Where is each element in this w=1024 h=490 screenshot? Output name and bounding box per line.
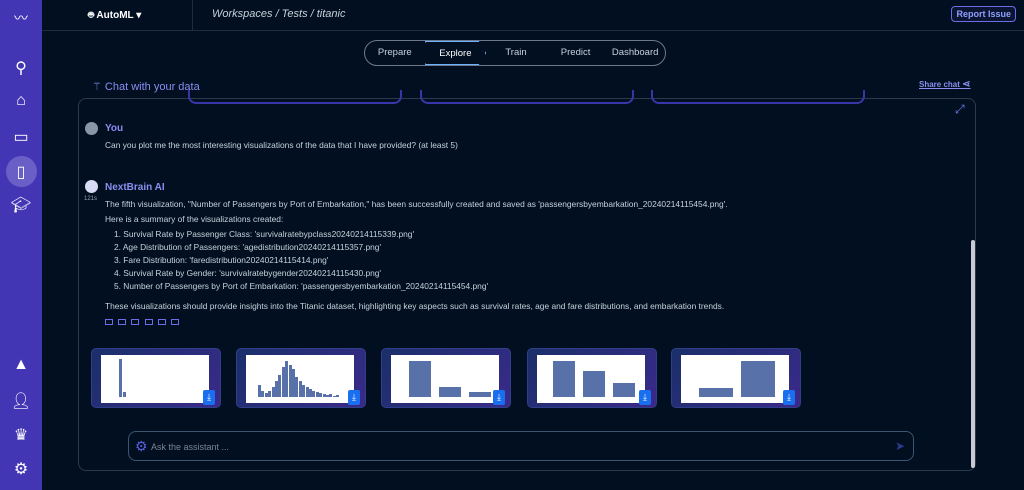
step-train[interactable]: Train — [486, 41, 546, 65]
list-item: 1. Survival Rate by Passenger Class: 'su… — [114, 229, 415, 239]
ai-outro: These visualizations should provide insi… — [105, 301, 725, 311]
workflow-stepper: Prepare Explore Train Predict Dashboard — [364, 40, 666, 66]
visualization-thumbnail[interactable]: ⤓ — [671, 348, 801, 408]
user-name: You — [105, 123, 124, 134]
user-avatar — [85, 122, 98, 135]
warning-icon[interactable]: ▲ — [0, 356, 42, 374]
chart-image — [681, 355, 789, 403]
download-icon[interactable]: ⤓ — [639, 390, 651, 405]
magic-wand-icon: ⚚ — [92, 81, 105, 93]
step-explore[interactable]: Explore — [424, 41, 487, 65]
search-icon[interactable]: ⚲ — [0, 58, 42, 78]
download-icon[interactable]: ⤓ — [348, 390, 360, 405]
ai-avatar — [85, 180, 98, 193]
list-item: 4. Survival Rate by Gender: 'survivalrat… — [114, 268, 382, 278]
image-link-icon[interactable] — [105, 319, 113, 325]
response-time: 121s — [84, 196, 98, 202]
gear-icon[interactable]: ⚙ — [0, 459, 42, 479]
list-item: 2. Age Distribution of Passengers: 'aged… — [114, 242, 382, 252]
header — [42, 0, 1024, 31]
user-message: Can you plot me the most interesting vis… — [105, 140, 458, 150]
list-item: 5. Number of Passengers by Port of Embar… — [114, 281, 489, 291]
ai-intro: The fifth visualization, "Number of Pass… — [105, 199, 728, 209]
step-prepare[interactable]: Prepare — [365, 41, 425, 65]
ai-name: NextBrain AI — [105, 182, 165, 193]
download-icon[interactable]: ⤓ — [203, 390, 215, 405]
chart-image — [246, 355, 354, 403]
app-switcher[interactable]: 🤖︎ AutoML ▾ — [88, 8, 141, 22]
visualization-thumbnail[interactable]: ⤓ — [236, 348, 366, 408]
chat-title-text: Chat with your data — [104, 81, 200, 93]
download-icon[interactable]: ⤓ — [493, 390, 505, 405]
home-icon[interactable]: ⌂ — [0, 92, 42, 110]
histogram-bar — [336, 395, 340, 397]
ai-summary: Here is a summary of the visualizations … — [105, 214, 284, 224]
sidebar: 〰 ⚲ ⌂ ▭ ▯ 🎓︎ ▲ 👤︎ ♛ ⚙ — [0, 0, 42, 490]
image-link-icon[interactable] — [118, 319, 126, 325]
graduation-cap-icon[interactable]: 🎓︎ — [0, 195, 42, 215]
step-dashboard[interactable]: Dashboard — [605, 41, 665, 65]
image-link-icon[interactable] — [158, 319, 166, 325]
app-name: AutoML ▾ — [96, 10, 142, 21]
send-icon[interactable]: ➤ — [895, 439, 905, 453]
suggestion-card[interactable] — [420, 90, 634, 104]
expand-icon[interactable]: ⤢ — [955, 102, 965, 117]
document-icon[interactable]: ▯ — [0, 162, 42, 182]
image-link-icon[interactable] — [171, 319, 179, 325]
image-link-icon[interactable] — [145, 319, 153, 325]
share-chat-label: Share chat — [919, 80, 960, 89]
header-divider — [192, 0, 193, 31]
chat-input[interactable] — [151, 438, 891, 456]
step-predict[interactable]: Predict — [546, 41, 606, 65]
share-chat-link[interactable]: Share chat ⋖ — [919, 79, 971, 90]
scrollbar[interactable] — [971, 240, 975, 468]
share-icon: ⋖ — [962, 79, 971, 90]
breadcrumb[interactable]: Workspaces / Tests / titanic — [212, 8, 345, 20]
report-issue-button[interactable]: Report Issue — [951, 6, 1016, 22]
chat-input-box: ⚙ ➤ — [128, 431, 914, 461]
visualization-thumbnail[interactable]: ⤓ — [91, 348, 221, 408]
chart-image — [537, 355, 645, 403]
folder-icon[interactable]: ▭ — [0, 127, 42, 147]
image-link-icon[interactable] — [131, 319, 139, 325]
chat-title: ⚚ Chat with your data — [92, 80, 200, 93]
visualization-thumbnail[interactable]: ⤓ — [527, 348, 657, 408]
suggestion-card[interactable] — [188, 90, 402, 104]
download-icon[interactable]: ⤓ — [783, 390, 795, 405]
logo-wave-icon[interactable]: 〰 — [0, 8, 42, 28]
chart-image — [101, 355, 209, 403]
crown-icon[interactable]: ♛ — [0, 425, 42, 445]
settings-icon[interactable]: ⚙ — [135, 438, 148, 455]
suggestion-card[interactable] — [651, 90, 865, 104]
chart-image — [391, 355, 499, 403]
list-item: 3. Fare Distribution: 'faredistribution2… — [114, 255, 329, 265]
user-settings-icon[interactable]: 👤︎ — [0, 391, 42, 411]
visualization-thumbnail[interactable]: ⤓ — [381, 348, 511, 408]
